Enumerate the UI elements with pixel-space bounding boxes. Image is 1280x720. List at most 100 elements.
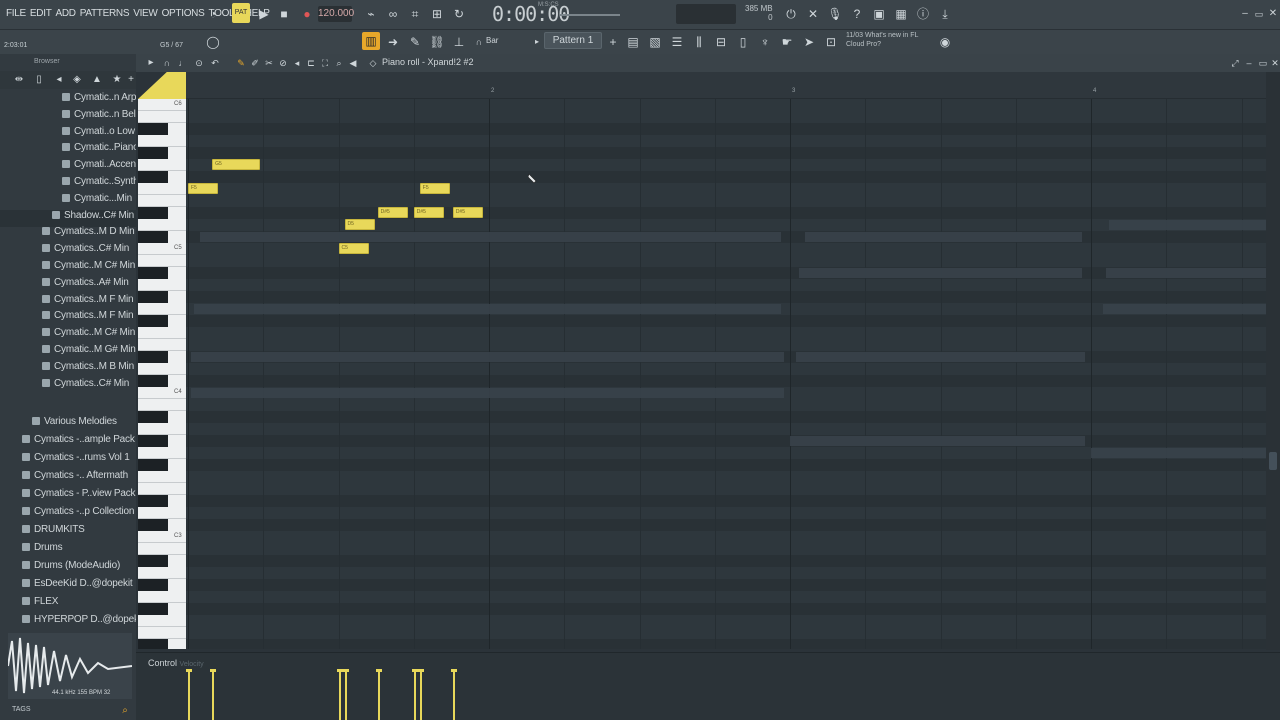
note-grid[interactable]: G5 F5 F5 D#5 D#5 D#5 D5 C5	[186, 99, 1266, 649]
velocity-bar[interactable]	[413, 670, 416, 720]
note[interactable]: F5	[188, 183, 219, 194]
browser-item[interactable]: EsDeeKid D..@dopekit	[0, 578, 136, 595]
piano-roll-view-icon[interactable]: ▥	[362, 32, 380, 50]
black-key[interactable]	[138, 291, 168, 303]
velocity-handle[interactable]	[375, 669, 382, 672]
mixer-icon[interactable]: ▦	[892, 5, 910, 23]
black-key[interactable]	[138, 639, 168, 649]
browser-item[interactable]: Cymatic..M G# Min	[0, 344, 136, 361]
velocity-bar[interactable]	[212, 670, 215, 720]
velocity-bar[interactable]	[188, 670, 190, 720]
close-icon[interactable]: ✕	[1264, 5, 1280, 23]
piano-roll-arrow-icon[interactable]: ◇	[364, 54, 382, 72]
note[interactable]: D#5	[452, 207, 483, 218]
file-icon[interactable]: ▯	[734, 33, 752, 51]
black-key[interactable]	[138, 435, 168, 447]
info-icon[interactable]: ⓘ	[914, 5, 932, 23]
velocity-handle[interactable]	[342, 669, 349, 672]
channel-rack-icon[interactable]: ☰	[668, 33, 686, 51]
control-selector[interactable]: Control Velocity	[148, 658, 204, 668]
playlist-icon[interactable]: ▤	[624, 33, 642, 51]
browser-item[interactable]: Cymatics -..ample Pack	[0, 434, 136, 451]
power-icon[interactable]: ⏻	[782, 5, 800, 23]
velocity-handle[interactable]	[411, 669, 418, 672]
plugin-picker-icon[interactable]: ➤	[800, 33, 818, 51]
link-icon[interactable]: ⛓	[428, 33, 446, 51]
browser-collapse-icon[interactable]: ▲	[88, 71, 106, 89]
countdown-icon[interactable]: ∞	[384, 5, 402, 23]
browser-tree-icon[interactable]: ⊟	[712, 33, 730, 51]
note[interactable]: D#5	[413, 207, 444, 218]
undo-tool-icon[interactable]: ↶	[206, 54, 224, 72]
stamp-icon[interactable]: ⊥	[450, 33, 468, 51]
browser-item[interactable]: FLEX	[0, 596, 136, 613]
browser-item[interactable]: Cymatic..M C# Min	[0, 327, 136, 344]
browser-item[interactable]: Cymatics..M B Min	[0, 361, 136, 378]
browser-item[interactable]: DRUMKITS	[0, 524, 136, 541]
menu-file[interactable]: FILE	[6, 8, 26, 19]
vertical-scrollbar[interactable]	[1266, 72, 1280, 650]
browser-item[interactable]: Drums	[0, 542, 136, 559]
touch-keyboard-icon[interactable]: ☛	[778, 33, 796, 51]
browser-add-icon[interactable]: +	[122, 71, 140, 89]
velocity-handle[interactable]	[417, 669, 424, 672]
browser-item[interactable]: Cymatics -.. Aftermath	[0, 470, 136, 487]
black-key[interactable]	[138, 207, 168, 219]
browser-back-icon[interactable]: ◂	[50, 71, 68, 89]
record-button[interactable]: ●	[298, 5, 316, 23]
sample-waveform-preview[interactable]: 44.1 kHz 155 BPM 32	[7, 633, 133, 699]
black-key[interactable]	[138, 171, 168, 183]
black-key[interactable]	[138, 459, 168, 471]
note[interactable]: D5	[344, 219, 375, 230]
piano-roll-icon[interactable]: ▧	[646, 33, 664, 51]
mixer-faders-icon[interactable]: ⫼	[690, 33, 708, 51]
browser-file-icon[interactable]: ▯	[30, 71, 48, 89]
timeline-ruler[interactable]: 2 3 4	[186, 72, 1266, 99]
browser-item[interactable]: Cymatics -..rums Vol 1	[0, 452, 136, 469]
pencil-icon[interactable]: ✎	[406, 33, 424, 51]
velocity-bar[interactable]	[452, 670, 455, 720]
black-key[interactable]	[138, 123, 168, 135]
browser-item[interactable]: Cymatic...Min	[0, 193, 136, 210]
menu-add[interactable]: ADD	[56, 8, 77, 19]
browser-item[interactable]: Cymatic..Piano	[0, 142, 136, 159]
playback-tool-icon[interactable]: ◀	[344, 54, 362, 72]
tools-icon[interactable]: ✕	[804, 5, 822, 23]
black-key[interactable]	[138, 603, 168, 615]
browser-item[interactable]: HYPERPOP D..@dopekit	[0, 614, 136, 631]
browser-item[interactable]: Drums (ModeAudio)	[0, 560, 136, 577]
black-key[interactable]	[138, 267, 168, 279]
news-panel[interactable]: 11/03 What's new in FL Cloud Pro?	[846, 31, 918, 49]
piano-keyboard[interactable]: C6 C5 C4 C3	[138, 99, 186, 649]
velocity-handle[interactable]	[336, 669, 343, 672]
black-key[interactable]	[138, 231, 168, 243]
black-key[interactable]	[138, 579, 168, 591]
typing-keyboard-icon[interactable]: ⌁	[362, 5, 380, 23]
black-key[interactable]	[138, 315, 168, 327]
snap-selector[interactable]: Bar	[486, 36, 498, 45]
black-key[interactable]	[138, 411, 168, 423]
velocity-bar[interactable]	[338, 670, 341, 720]
menu-view[interactable]: VIEW	[133, 8, 158, 19]
browser-item[interactable]: Cymatics - P..view Pack	[0, 488, 136, 505]
browser-item[interactable]: Cymatics..C# Min	[0, 378, 136, 395]
pattern-song-toggle[interactable]: PAT	[232, 3, 250, 23]
microphone-icon[interactable]: 🎙	[826, 5, 844, 23]
save-icon[interactable]: ▣	[870, 5, 888, 23]
arrow-right-icon[interactable]: ➜	[384, 33, 402, 51]
menu-patterns[interactable]: PATTERNS	[80, 8, 130, 19]
help-icon[interactable]: ?	[848, 5, 866, 23]
browser-item[interactable]: Cymatics..A# Min	[0, 277, 136, 294]
black-key[interactable]	[138, 375, 168, 387]
note[interactable]: D#5	[377, 207, 408, 218]
browser-mode-icon[interactable]: ⇹	[10, 71, 28, 89]
pattern-selector[interactable]: Pattern 1	[544, 32, 602, 49]
browser-item[interactable]: Cymati..Accent	[0, 159, 136, 176]
master-volume-slider[interactable]	[560, 14, 620, 16]
browser-item[interactable]: Cymatics..C# Min	[0, 243, 136, 260]
download-icon[interactable]: ⤓	[936, 5, 954, 23]
event-editor[interactable]	[136, 652, 1280, 720]
black-key[interactable]	[138, 351, 168, 363]
browser-item[interactable]: Cymatics..M D Min	[0, 226, 136, 243]
menu-options[interactable]: OPTIONS	[162, 8, 205, 19]
